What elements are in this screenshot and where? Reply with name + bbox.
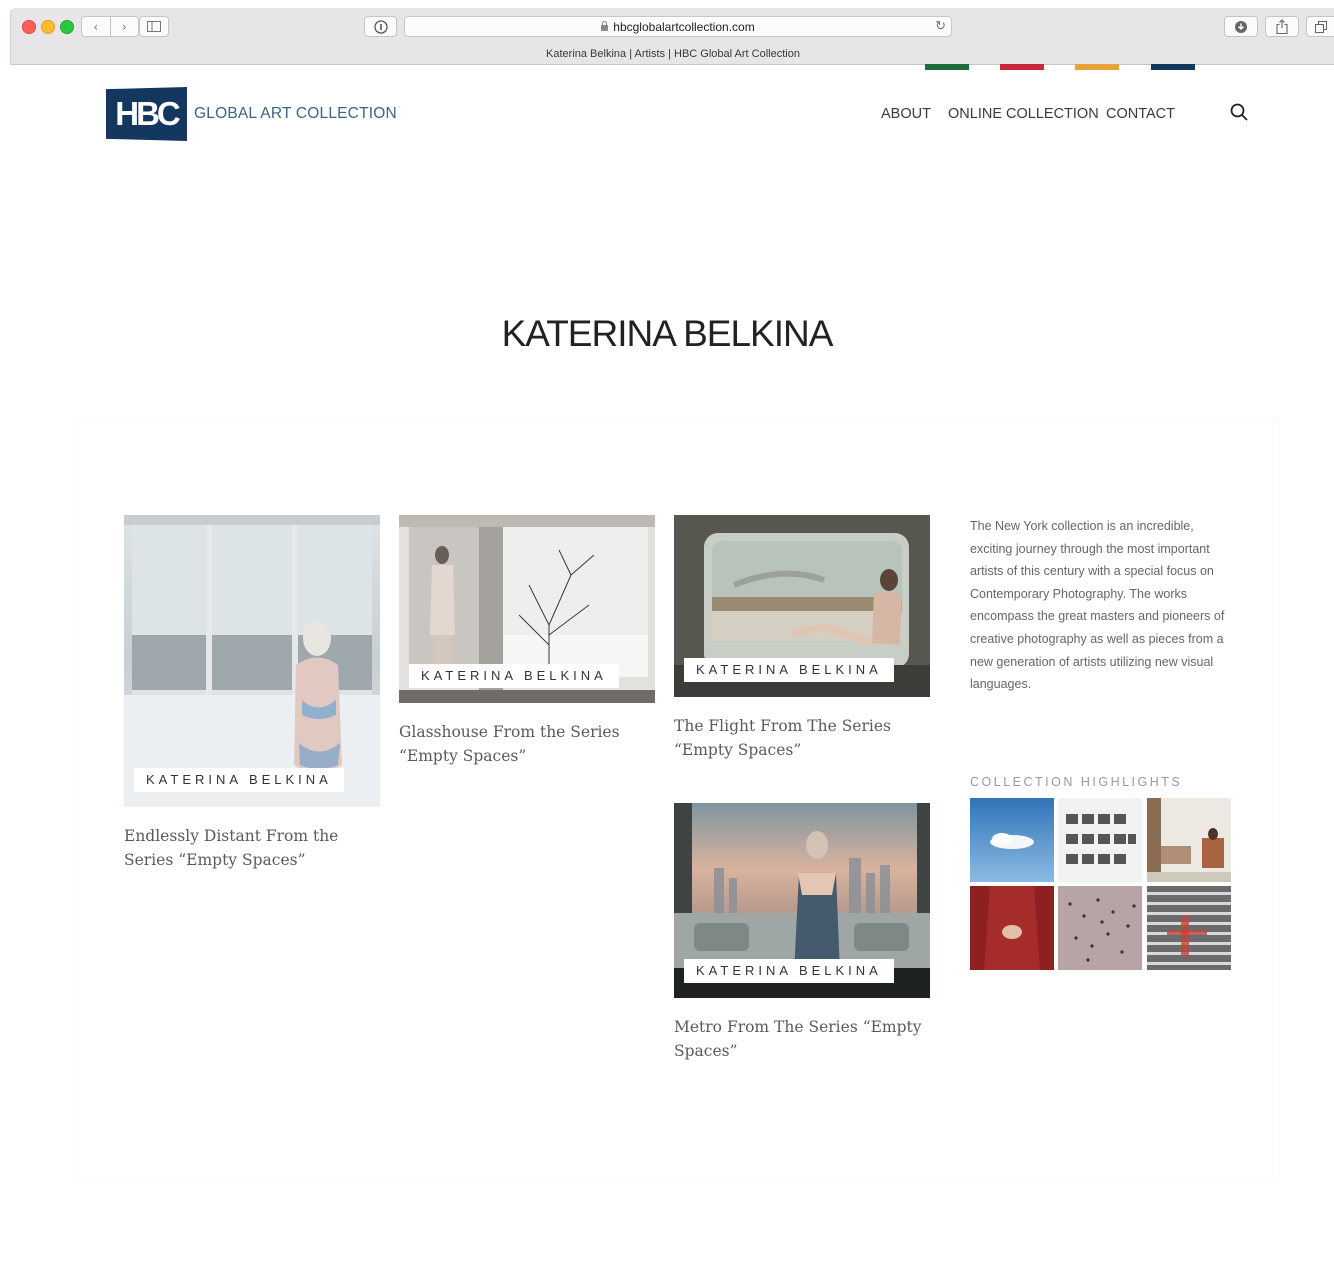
- window-edge: [0, 8, 10, 1276]
- artist-tag[interactable]: KATERINA BELKINA: [684, 658, 894, 682]
- nav-online-collection[interactable]: ONLINE COLLECTION: [948, 106, 1099, 122]
- share-button[interactable]: [1265, 16, 1299, 37]
- search-icon[interactable]: [1230, 103, 1248, 121]
- downloads-button[interactable]: [1224, 16, 1258, 37]
- artwork-image-endlessly-distant[interactable]: [124, 515, 380, 807]
- striped-thumbnail-image: [1147, 886, 1231, 970]
- history-nav: ‹ ›: [81, 16, 139, 37]
- minimize-window-button[interactable]: [41, 20, 55, 34]
- birds-thumbnail-image: [1058, 886, 1142, 970]
- nav-contact[interactable]: CONTACT: [1106, 106, 1175, 122]
- page-title: KATERINA BELKINA: [501, 312, 834, 354]
- lock-icon: [601, 20, 609, 31]
- grid-objects-thumbnail-image: [1058, 798, 1142, 882]
- logo-text[interactable]: GLOBAL ART COLLECTION: [194, 105, 397, 123]
- artwork-title[interactable]: The Flight From The Series “Empty Spaces…: [674, 714, 936, 762]
- reader-button[interactable]: [364, 16, 397, 37]
- info-icon: [373, 19, 388, 34]
- tabs-overview-button[interactable]: [1306, 16, 1334, 37]
- hbc-logo[interactable]: HBC: [106, 87, 187, 141]
- artist-tag[interactable]: KATERINA BELKINA: [684, 959, 894, 983]
- interior-thumbnail-image: [1147, 798, 1231, 882]
- highlight-thumbnail[interactable]: [1058, 798, 1142, 882]
- forward-button[interactable]: ›: [111, 17, 139, 36]
- highlight-thumbnail[interactable]: [970, 886, 1054, 970]
- red-dress-thumbnail-image: [970, 886, 1054, 970]
- artwork-title[interactable]: Glasshouse From the Series “Empty Spaces…: [399, 720, 659, 768]
- accent-bar-navy: [1151, 64, 1195, 70]
- accent-bar-red: [1000, 64, 1044, 70]
- tabs-icon: [1315, 20, 1327, 33]
- tab-title[interactable]: Katerina Belkina | Artists | HBC Global …: [11, 46, 1334, 64]
- maximize-window-button[interactable]: [60, 20, 74, 34]
- accent-bar-green: [925, 64, 969, 70]
- reload-icon[interactable]: ↻: [935, 18, 946, 34]
- collection-description: The New York collection is an incredible…: [970, 519, 1225, 692]
- artist-tag[interactable]: KATERINA BELKINA: [409, 664, 619, 688]
- artwork-title[interactable]: Endlessly Distant From the Series “Empty…: [124, 824, 384, 872]
- clouds-thumbnail-image: [970, 798, 1054, 882]
- share-icon: [1276, 19, 1288, 34]
- address-bar[interactable]: hbcglobalartcollection.com ↻: [404, 16, 952, 37]
- sidebar-toggle-button[interactable]: [139, 16, 169, 37]
- artist-tag[interactable]: KATERINA BELKINA: [134, 768, 344, 792]
- artwork-photo: [124, 515, 380, 807]
- collection-highlights-heading: COLLECTION HIGHLIGHTS: [970, 775, 1183, 789]
- download-icon: [1235, 20, 1247, 33]
- close-window-button[interactable]: [22, 20, 36, 34]
- back-button[interactable]: ‹: [82, 17, 111, 36]
- highlight-thumbnail[interactable]: [1058, 886, 1142, 970]
- browser-toolbar: ‹ › hbcglobalartcollection.com ↻ Katerin…: [10, 8, 1334, 65]
- nav-about[interactable]: ABOUT: [881, 106, 931, 122]
- accent-bar-yellow: [1075, 64, 1119, 70]
- highlight-thumbnail[interactable]: [1147, 886, 1231, 970]
- highlight-thumbnail[interactable]: [970, 798, 1054, 882]
- artwork-title[interactable]: Metro From The Series “Empty Spaces”: [674, 1015, 936, 1063]
- url-text: hbcglobalartcollection.com: [613, 19, 755, 34]
- sidebar-icon: [147, 21, 161, 32]
- highlight-thumbnail[interactable]: [1147, 798, 1231, 882]
